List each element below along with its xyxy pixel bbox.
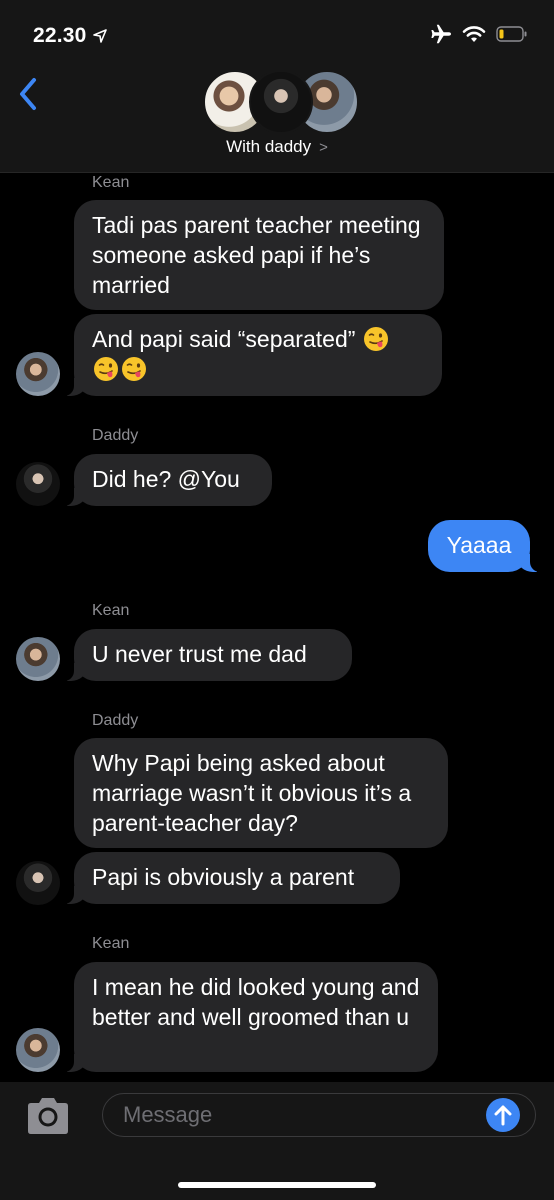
status-icons xyxy=(430,24,528,44)
message-bubble-outgoing[interactable]: Yaaaa xyxy=(428,520,542,572)
message-bubble[interactable]: I mean he did looked young and better an… xyxy=(62,962,438,1072)
message-text: Papi is obviously a parent xyxy=(92,864,355,890)
winking-tongue-emoji-icon xyxy=(94,357,118,381)
sender-name: Kean xyxy=(92,602,130,619)
sender-name: Kean xyxy=(92,174,130,191)
wifi-icon xyxy=(462,26,486,42)
message-bubble[interactable]: And papi said “separated” xyxy=(62,314,442,396)
message-bubble[interactable]: Tadi pas parent teacher meeting someone … xyxy=(74,200,444,310)
group-name[interactable]: With daddy > xyxy=(0,137,554,157)
home-indicator xyxy=(178,1182,376,1188)
avatar[interactable] xyxy=(16,462,60,506)
message-text: Tadi pas parent teacher meeting someone … xyxy=(92,212,421,298)
message-bubble[interactable]: U never trust me dad xyxy=(62,629,352,681)
chevron-right-icon: > xyxy=(319,139,328,156)
back-chevron-icon[interactable] xyxy=(14,76,44,112)
group-name-label: With daddy xyxy=(226,137,312,156)
sender-name: Daddy xyxy=(92,712,139,729)
clock-text: 22.30 xyxy=(33,24,87,47)
group-avatars[interactable] xyxy=(203,70,359,134)
status-time: 22.30 xyxy=(33,24,107,48)
message-input[interactable] xyxy=(102,1093,536,1137)
avatar[interactable] xyxy=(16,861,60,905)
send-button[interactable] xyxy=(486,1098,520,1132)
message-text: I mean he did looked young and better an… xyxy=(92,974,420,1030)
airplane-mode-icon xyxy=(431,24,451,44)
message-text: And papi said “separated” xyxy=(92,326,356,352)
message-text: Why Papi being asked about marriage wasn… xyxy=(92,750,412,836)
message-bubble[interactable]: Papi is obviously a parent xyxy=(62,852,400,904)
arrow-up-icon xyxy=(494,1105,512,1126)
avatar[interactable] xyxy=(16,1028,60,1072)
message-text: Yaaaa xyxy=(446,532,512,558)
message-text: Did he? @You xyxy=(92,466,240,492)
message-text: U never trust me dad xyxy=(92,641,307,667)
message-bubble[interactable]: Did he? @You xyxy=(62,454,272,506)
conversation-header: 22.30 With daddy > xyxy=(0,0,554,173)
compose-bar xyxy=(0,1082,554,1200)
avatar xyxy=(249,70,313,134)
avatar[interactable] xyxy=(16,352,60,396)
message-bubble[interactable]: Why Papi being asked about marriage wasn… xyxy=(74,738,448,848)
winking-tongue-emoji-icon xyxy=(363,327,388,351)
battery-icon xyxy=(496,26,527,42)
avatar[interactable] xyxy=(16,637,60,681)
sender-name: Kean xyxy=(92,935,130,952)
camera-icon[interactable] xyxy=(24,1096,72,1136)
winking-tongue-emoji-icon xyxy=(122,357,146,381)
location-arrow-icon xyxy=(92,29,107,43)
sender-name: Daddy xyxy=(92,427,139,444)
